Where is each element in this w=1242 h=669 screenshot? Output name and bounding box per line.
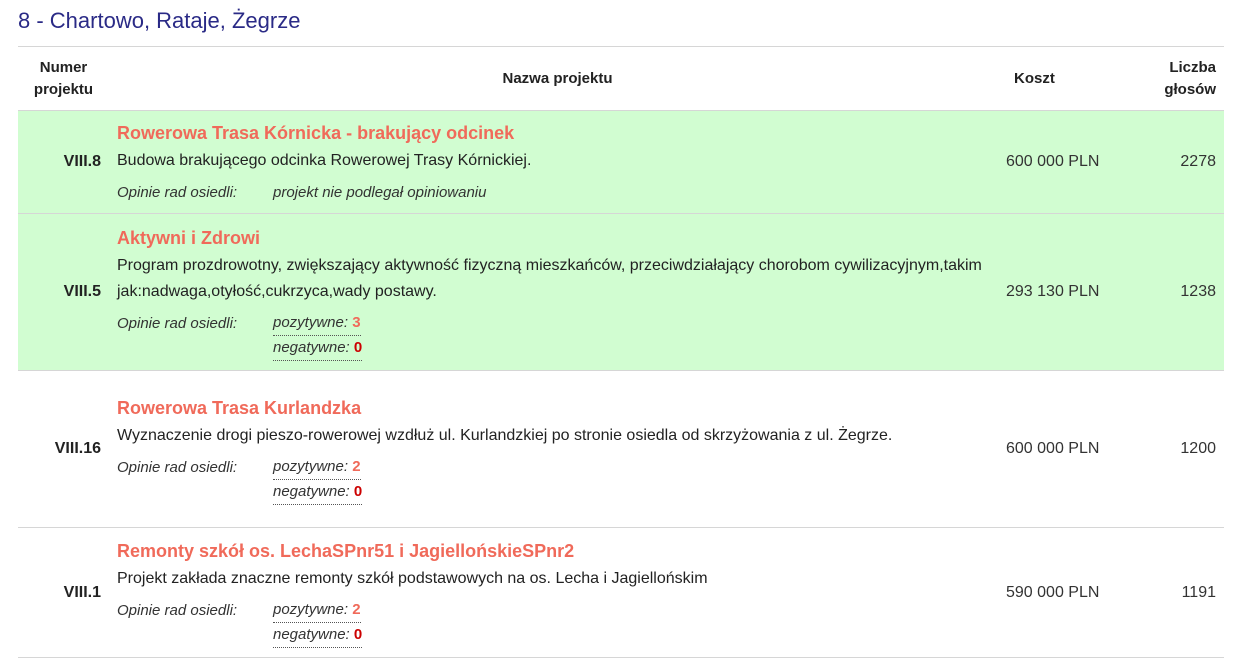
project-number: VIII.5 — [18, 213, 109, 371]
opinion-negative[interactable]: negatywne: 0 — [273, 480, 363, 505]
opinions-list: pozytywne: 3 negatywne: 0 — [273, 311, 363, 361]
opinions-list: pozytywne: 2 negatywne: 0 — [273, 455, 363, 505]
header-votes-line2: głosów — [1164, 81, 1216, 98]
opinion-positive[interactable]: pozytywne: 2 — [273, 455, 361, 480]
project-title[interactable]: Remonty szkół os. LechaSPnr51 i Jagiello… — [117, 539, 998, 563]
project-number: VIII.1 — [18, 527, 109, 658]
project-description: Program prozdrowotny, zwiększający aktyw… — [117, 256, 982, 300]
negative-label: negatywne: — [273, 482, 350, 500]
opinions-label: Opinie rad osiedli: — [117, 602, 238, 619]
header-number-line1: Numer — [39, 59, 88, 76]
header-number: Numer projektu — [18, 46, 109, 111]
project-number: VIII.16 — [18, 370, 109, 528]
project-row: VIII.1 Remonty szkół os. LechaSPnr51 i J… — [18, 527, 1224, 658]
opinions-label: Opinie rad osiedli: — [117, 458, 238, 476]
opinion-positive[interactable]: pozytywne: 2 — [273, 598, 361, 623]
project-opinions: Opinie rad osiedli: projekt nie podlegał… — [117, 180, 998, 205]
project-cost: 600 000 PLN — [1006, 370, 1156, 528]
header-row: Numer projektu Nazwa projektu Koszt Licz… — [18, 46, 1224, 111]
project-title[interactable]: Rowerowa Trasa Kurlandzka — [117, 396, 998, 420]
table-body: VIII.8 Rowerowa Trasa Kórnicka - brakują… — [18, 110, 1224, 658]
project-description: Projekt zakłada znaczne remonty szkół po… — [117, 570, 708, 587]
header-votes: Liczba głosów — [1156, 46, 1224, 111]
district-title: 8 - Chartowo, Rataje, Żegrze — [18, 8, 301, 33]
project-votes: 1238 — [1156, 213, 1224, 371]
project-row: VIII.8 Rowerowa Trasa Kórnicka - brakują… — [18, 110, 1224, 214]
positive-label: pozytywne: — [273, 313, 349, 331]
positive-count: 2 — [352, 457, 361, 475]
header-number-line2: projektu — [33, 81, 94, 98]
opinions-label: Opinie rad osiedli: — [117, 184, 238, 201]
project-number: VIII.8 — [18, 110, 109, 214]
project-cell: Aktywni i Zdrowi Program prozdrowotny, z… — [109, 213, 1006, 371]
project-cost: 590 000 PLN — [1006, 527, 1156, 658]
project-description: Budowa brakującego odcinka Rowerowej Tra… — [117, 152, 532, 169]
project-row: VIII.5 Aktywni i Zdrowi Program prozdrow… — [18, 213, 1224, 371]
positive-label: pozytywne: — [273, 457, 349, 475]
negative-count: 0 — [353, 338, 363, 356]
header-votes-line1: Liczba — [1169, 59, 1216, 76]
project-votes: 1200 — [1156, 370, 1224, 528]
project-cell: Rowerowa Trasa Kórnicka - brakujący odci… — [109, 110, 1006, 214]
project-row: VIII.16 Rowerowa Trasa Kurlandzka Wyznac… — [18, 370, 1224, 528]
project-cost: 600 000 PLN — [1006, 110, 1156, 214]
negative-count: 0 — [353, 626, 363, 643]
negative-count: 0 — [353, 482, 363, 500]
opinions-note: projekt nie podlegał opiniowaniu — [273, 184, 487, 201]
opinions-list: pozytywne: 2 negatywne: 0 — [273, 598, 363, 648]
positive-label: pozytywne: — [273, 601, 349, 618]
opinions-label: Opinie rad osiedli: — [117, 314, 238, 332]
project-cell: Remonty szkół os. LechaSPnr51 i Jagiello… — [109, 527, 1006, 658]
opinion-negative[interactable]: negatywne: 0 — [273, 623, 363, 648]
project-opinions: Opinie rad osiedli: pozytywne: 2 negatyw… — [117, 455, 998, 505]
project-opinions: Opinie rad osiedli: pozytywne: 3 negatyw… — [117, 311, 998, 361]
positive-count: 2 — [352, 601, 361, 618]
projects-table: Numer projektu Nazwa projektu Koszt Licz… — [18, 46, 1224, 658]
project-votes: 1191 — [1156, 527, 1224, 658]
project-votes: 2278 — [1156, 110, 1224, 214]
opinion-negative[interactable]: negatywne: 0 — [273, 336, 363, 361]
opinion-positive[interactable]: pozytywne: 3 — [273, 311, 361, 336]
project-cost: 293 130 PLN — [1006, 213, 1156, 371]
project-title[interactable]: Aktywni i Zdrowi — [117, 226, 998, 250]
project-cell: Rowerowa Trasa Kurlandzka Wyznaczenie dr… — [109, 370, 1006, 528]
project-opinions: Opinie rad osiedli: pozytywne: 2 negatyw… — [117, 598, 998, 648]
project-title[interactable]: Rowerowa Trasa Kórnicka - brakujący odci… — [117, 121, 998, 145]
project-description: Wyznaczenie drogi pieszo-rowerowej wzdłu… — [117, 426, 893, 444]
negative-label: negatywne: — [273, 338, 350, 356]
negative-label: negatywne: — [273, 626, 350, 643]
positive-count: 3 — [352, 313, 361, 331]
header-cost: Koszt — [1006, 46, 1156, 111]
header-name: Nazwa projektu — [109, 46, 1006, 111]
table-header: Numer projektu Nazwa projektu Koszt Licz… — [18, 46, 1224, 111]
